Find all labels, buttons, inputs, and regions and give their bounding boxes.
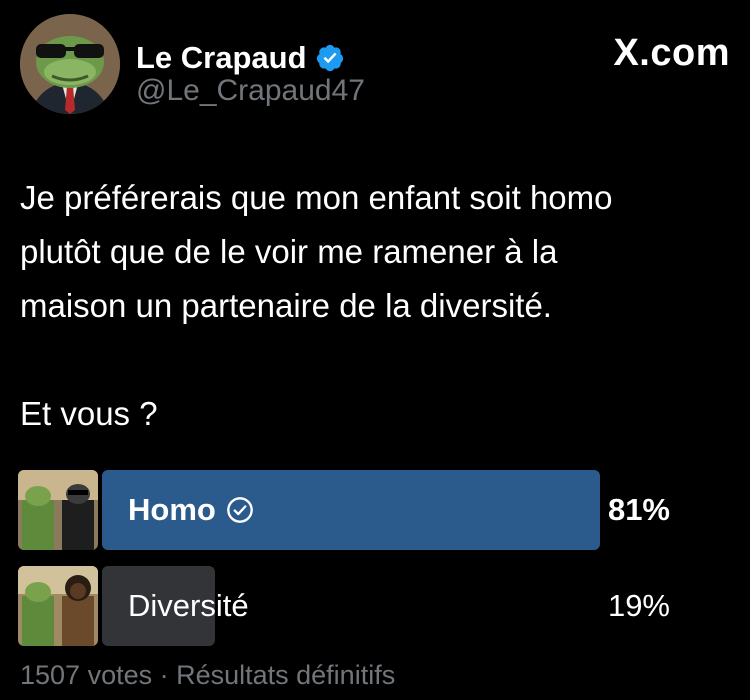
poll-option-image [18,566,98,646]
poll-option-label: Diversité [128,588,249,623]
poll-option-label: Homo [128,492,216,527]
poll-footer: 1507 votes · Résultats définitifs [20,660,396,690]
tweet-header: Le Crapaud @Le_Crapaud47 X.com [20,14,730,114]
x-logo: X.com [613,32,730,74]
poll-option-percent: 19% [607,588,670,623]
tweet-text: Je préférerais que mon enfant soit homo … [20,179,613,432]
poll-option-image [18,470,98,550]
author-display-name[interactable]: Le Crapaud [136,40,307,76]
verified-badge-icon [316,44,343,72]
poll-option-label-row: Homo [128,470,254,550]
author-avatar[interactable] [20,14,120,114]
poll-option-homo[interactable]: Homo 81% [18,470,730,550]
author-handle[interactable]: @Le_Crapaud47 [136,74,365,108]
poll-option-label-row: Diversité [128,566,249,646]
poll: Homo 81% Diversité 19% [18,470,730,662]
poll-option-diversite[interactable]: Diversité 19% [18,566,730,646]
voted-check-icon [226,497,253,523]
poll-option-percent: 81% [607,492,670,527]
